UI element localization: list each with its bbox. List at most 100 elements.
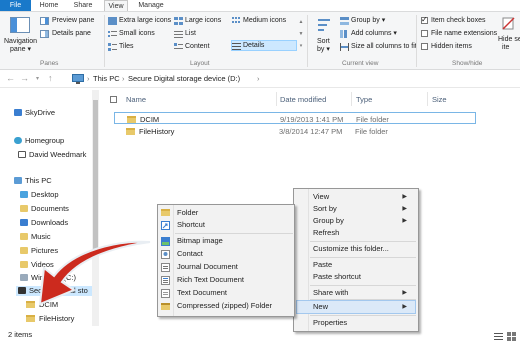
select-all-checkbox[interactable]	[110, 96, 117, 103]
breadcrumb-drive[interactable]: Secure Digital storage device (D:)	[128, 74, 240, 83]
navigation-pane-label-2: pane ▾	[10, 46, 32, 53]
shortcut-icon	[161, 221, 170, 230]
add-columns-button[interactable]: Add columns ▾	[340, 29, 406, 39]
breadcrumb-separator: ›	[87, 74, 90, 83]
red-arrow-annotation	[38, 240, 151, 306]
new-item-text-document[interactable]: Text Document	[177, 287, 227, 299]
nav-item-label: This PC	[25, 176, 52, 185]
column-header-name[interactable]: Name	[126, 95, 146, 104]
nav-scrollbar-thumb[interactable]	[93, 100, 98, 250]
extra-large-icons-icon	[108, 17, 117, 25]
menu-item-group-by[interactable]: Group by ▶	[313, 215, 413, 227]
details-view-icon[interactable]	[494, 332, 503, 341]
menu-item-sort-by[interactable]: Sort by ▶	[313, 203, 413, 215]
sort-by-button[interactable]: Sort by ▾	[311, 15, 337, 57]
up-arrow-icon[interactable]: ↑	[48, 73, 53, 83]
layout-gallery-scroll[interactable]: ▲ ▼ ▾	[298, 16, 304, 54]
menu-item-properties[interactable]: Properties	[313, 317, 347, 329]
large-icons-view-icon[interactable]	[507, 332, 516, 341]
tab-view[interactable]: View	[104, 0, 128, 11]
desktop-icon	[20, 191, 28, 198]
navigation-pane-button[interactable]: Navigation pane ▾	[4, 15, 37, 57]
ribbon-divider	[307, 15, 308, 67]
nav-item-desktop[interactable]: Desktop	[20, 190, 59, 200]
menu-item-view[interactable]: View ▶	[313, 191, 413, 203]
nav-item-downloads[interactable]: Downloads	[20, 218, 68, 228]
size-columns-button[interactable]: Size all columns to fit	[340, 42, 420, 52]
new-item-rich-text-document[interactable]: Rich Text Document	[177, 274, 244, 286]
layout-large-icons[interactable]: Large icons	[174, 16, 228, 26]
menu-separator	[310, 241, 416, 242]
column-divider[interactable]	[276, 92, 277, 106]
hidden-items-toggle[interactable]: Hidden items	[421, 42, 485, 52]
nav-item-label: SkyDrive	[25, 108, 56, 117]
extra-large-icons-label: Extra large icons	[119, 17, 172, 24]
column-divider[interactable]	[351, 92, 352, 106]
new-item-folder[interactable]: Folder	[177, 207, 198, 219]
nav-item-homegroup[interactable]: Homegroup	[14, 136, 64, 146]
item-check-boxes-checkbox[interactable]	[421, 15, 428, 24]
group-by-icon	[340, 17, 349, 25]
item-check-boxes-toggle[interactable]: Item check boxes	[421, 15, 491, 26]
user-icon	[18, 151, 26, 158]
list-label: List	[185, 30, 196, 37]
hide-selected-items-button[interactable]: Hide se ite	[498, 15, 520, 57]
column-header-date-modified[interactable]: Date modified	[280, 95, 326, 104]
tiles-icon	[108, 43, 117, 51]
tab-home[interactable]: Home	[37, 0, 61, 11]
large-icons-icon	[174, 17, 183, 25]
layout-content[interactable]: Content	[174, 42, 228, 52]
menu-item-share-with[interactable]: Share with ▶	[313, 287, 413, 299]
menu-item-refresh[interactable]: Refresh	[313, 227, 339, 239]
rich-text-document-icon	[161, 276, 170, 285]
layout-medium-icons[interactable]: Medium icons	[232, 16, 296, 26]
layout-extra-large-icons[interactable]: Extra large icons	[108, 16, 172, 26]
tab-manage[interactable]: Manage	[133, 0, 169, 11]
new-item-shortcut[interactable]: Shortcut	[177, 219, 205, 231]
hidden-items-checkbox[interactable]	[421, 43, 428, 50]
back-arrow-icon[interactable]: ←	[6, 73, 15, 83]
preview-pane-button[interactable]: Preview pane	[40, 16, 98, 26]
menu-item-label: Sort by	[313, 204, 337, 213]
column-header-size[interactable]: Size	[432, 95, 447, 104]
computer-icon	[14, 177, 22, 184]
layout-tiles[interactable]: Tiles	[108, 42, 172, 52]
new-item-journal-document[interactable]: Journal Document	[177, 261, 238, 273]
new-item-compressed-folder[interactable]: Compressed (zipped) Folder	[177, 300, 272, 312]
ribbon-divider	[104, 15, 105, 67]
recent-locations-icon[interactable]: ▾	[36, 75, 39, 82]
context-menu: View ▶ Sort by ▶ Group by ▶ Refresh Customi…	[293, 188, 419, 332]
tab-share[interactable]: Share	[70, 0, 96, 11]
new-item-contact[interactable]: Contact	[177, 248, 203, 260]
menu-separator	[310, 315, 416, 316]
tab-file[interactable]: File	[0, 0, 31, 11]
nav-item-documents[interactable]: Documents	[20, 204, 69, 214]
table-row[interactable]: FileHistory 3/8/2014 12:47 PM File folde…	[114, 125, 476, 137]
details-pane-button[interactable]: Details pane	[40, 29, 98, 39]
row-name: DCIM	[127, 115, 159, 124]
row-name: FileHistory	[126, 127, 174, 136]
menu-item-paste[interactable]: Paste	[313, 259, 332, 271]
details-pane-icon	[40, 30, 49, 38]
layout-details[interactable]: Details	[232, 41, 296, 51]
column-header-type[interactable]: Type	[356, 95, 372, 104]
menu-item-paste-shortcut[interactable]: Paste shortcut	[313, 271, 361, 283]
column-divider[interactable]	[427, 92, 428, 106]
nav-item-this-pc[interactable]: This PC	[14, 176, 52, 186]
layout-small-icons[interactable]: Small icons	[108, 29, 172, 39]
new-item-bitmap-image[interactable]: Bitmap image	[177, 235, 223, 247]
folder-icon	[127, 116, 136, 123]
sort-by-label-2: by ▾	[317, 46, 330, 53]
submenu-arrow-icon: ▶	[402, 206, 407, 212]
table-row[interactable]: DCIM 9/19/2013 1:41 PM File folder	[114, 112, 476, 124]
nav-item-david-weedmark[interactable]: David Weedmark	[18, 150, 86, 160]
file-name-extensions-toggle[interactable]: File name extensions	[421, 29, 497, 39]
breadcrumb-this-pc[interactable]: This PC	[93, 74, 120, 83]
menu-item-customize[interactable]: Customize this folder...	[313, 243, 389, 255]
forward-arrow-icon[interactable]: →	[20, 73, 29, 83]
layout-list[interactable]: List	[174, 29, 228, 39]
file-name-extensions-checkbox[interactable]	[421, 30, 428, 37]
group-by-button[interactable]: Group by ▾	[340, 16, 400, 26]
menu-item-new[interactable]: New ▶	[313, 301, 413, 313]
nav-item-skydrive[interactable]: SkyDrive	[14, 108, 55, 118]
